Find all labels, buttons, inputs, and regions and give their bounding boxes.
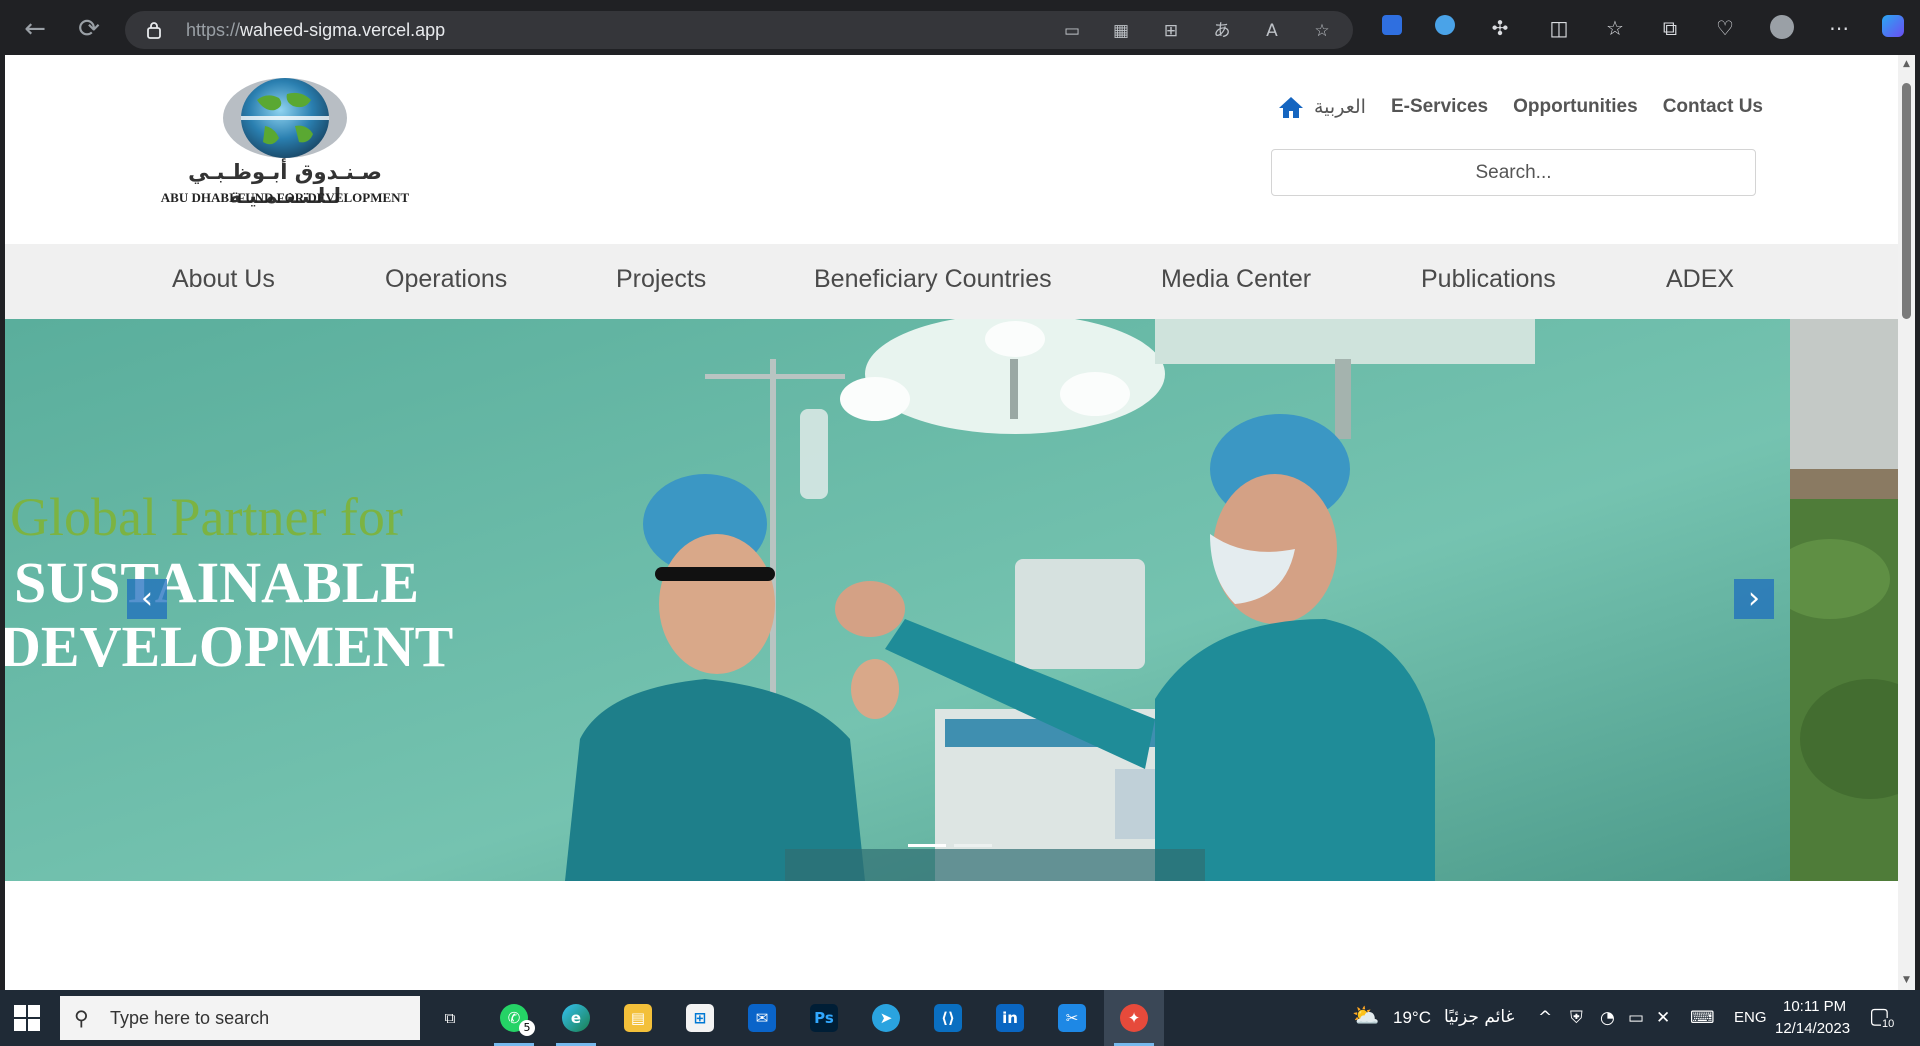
more-menu-icon[interactable]: ⋯ [1826,15,1852,41]
mail-icon[interactable]: ✉ [732,990,792,1046]
photoshop-icon[interactable]: Ps [794,990,854,1046]
extensions-puzzle-icon[interactable]: ✣ [1487,15,1513,41]
linkedin-icon[interactable]: in [980,990,1040,1046]
windows-start-icon[interactable] [14,1005,40,1031]
app-available-icon[interactable]: ▭ [1061,20,1083,42]
battery-icon[interactable]: ▭ [1628,1008,1644,1028]
read-aloud-icon[interactable]: A [1261,20,1283,42]
hero-tagline-line2: SUSTAINABLE [14,550,420,615]
browser-toolbar: ← ⟳ https://waheed-sigma.vercel.app ▭ ▦ … [0,0,1920,55]
hero-tagline-line1: Global Partner for [10,487,403,547]
search-icon: ⚲ [74,1006,89,1030]
main-nav: About Us Operations Projects Beneficiary… [5,244,1898,319]
file-explorer-icon[interactable]: ▤ [608,990,668,1046]
hero-carousel: Global Partner for SUSTAINABLE DEVELOPME… [5,319,1898,881]
whatsapp-icon[interactable]: ✆ 5 [484,990,544,1046]
taskbar-search[interactable]: ⚲ Type here to search [60,996,420,1040]
back-arrow-icon[interactable]: ← [18,12,52,46]
nav-projects[interactable]: Projects [616,265,706,294]
favorites-icon[interactable]: ☆ [1602,15,1628,41]
extension-blue-icon[interactable] [1379,15,1405,41]
home-icon[interactable] [1278,95,1304,119]
globe-logo-icon [223,78,347,158]
favorite-star-icon[interactable]: ☆ [1311,20,1333,42]
notification-count: 10 [1881,1018,1896,1030]
split-screen-icon[interactable]: ◫ [1546,15,1572,41]
nav-about-us[interactable]: About Us [172,265,275,294]
active-app-icon[interactable]: ✦ [1104,990,1164,1046]
nav-adex[interactable]: ADEX [1666,265,1734,294]
collections-icon[interactable]: ⧉ [1657,15,1683,41]
microsoft-store-icon[interactable]: ⊞ [670,990,730,1046]
telegram-icon[interactable]: ➤ [856,990,916,1046]
security-shield-icon[interactable]: ⛨ [1570,1008,1583,1028]
apps-icon[interactable]: ⊞ [1160,20,1182,42]
carousel-dot-2[interactable] [954,844,992,847]
page-viewport: صـنـدوق أبـوظـبـي لـلـتـنـمـيـة ABU DHAB… [5,55,1898,990]
scroll-thumb[interactable] [1902,83,1911,319]
search-input[interactable] [1271,149,1756,196]
arabic-language-link[interactable]: العربية [1314,96,1366,118]
weather-description[interactable]: غائم جزئيًا [1444,1007,1514,1027]
logo-english-text: ABU DHABI FUND FOR DEVELOPMENT [160,190,410,205]
adfd-logo[interactable]: صـنـدوق أبـوظـبـي لـلـتـنـمـيـة ABU DHAB… [145,70,425,210]
contact-us-link[interactable]: Contact Us [1663,96,1763,118]
extension-circle-icon[interactable] [1432,15,1458,41]
refresh-icon[interactable]: ⟳ [72,12,106,46]
carousel-next-chevron-icon[interactable]: › [1734,579,1774,619]
next-slide-peek-image [1790,319,1898,881]
whatsapp-badge: 5 [519,1020,535,1036]
nav-operations[interactable]: Operations [385,265,507,294]
nav-media-center[interactable]: Media Center [1161,265,1311,294]
chevron-up-icon[interactable]: ^ [1538,1008,1552,1028]
carousel-prev-chevron-icon[interactable]: ‹ [127,579,167,619]
nav-beneficiary-countries[interactable]: Beneficiary Countries [814,265,1052,294]
qr-code-icon[interactable]: ▦ [1110,20,1132,42]
copilot-icon[interactable] [1880,15,1906,41]
nav-publications[interactable]: Publications [1421,265,1556,294]
eservices-link[interactable]: E-Services [1391,96,1488,118]
windows-taskbar: ⚲ Type here to search ⧉ ✆ 5 e ▤ ⊞ ✉ Ps ➤ … [0,990,1920,1046]
weather-temperature[interactable]: 19°C [1393,1008,1431,1028]
opportunities-link[interactable]: Opportunities [1513,96,1638,118]
page-scrollbar[interactable]: ▲ ▼ [1898,55,1915,990]
edge-icon[interactable]: e [546,990,606,1046]
language-indicator[interactable]: ENG [1734,1009,1767,1026]
lock-icon[interactable] [147,21,161,39]
profile-avatar-icon[interactable] [1769,15,1795,41]
scroll-down-arrow-icon[interactable]: ▼ [1901,975,1912,986]
url-text[interactable]: https://waheed-sigma.vercel.app [186,20,445,41]
snipping-tool-icon[interactable]: ✂ [1042,990,1102,1046]
translate-icon[interactable]: あ [1211,20,1233,42]
clock-date[interactable]: 12/14/2023 [1775,1020,1850,1037]
clock-time[interactable]: 10:11 PM [1783,998,1846,1015]
browser-essentials-icon[interactable]: ♡ [1712,15,1738,41]
scroll-up-arrow-icon[interactable]: ▲ [1901,59,1912,70]
carousel-dot-1[interactable] [908,844,946,847]
address-bar[interactable]: https://waheed-sigma.vercel.app ▭ ▦ ⊞ あ … [125,11,1353,49]
volume-muted-icon[interactable]: ✕ [1656,1008,1670,1028]
keyboard-icon[interactable]: ⌨ [1690,1008,1715,1028]
vscode-icon[interactable]: ⟨⟩ [918,990,978,1046]
hero-tagline-line3: DEVELOPMENT [5,614,454,679]
task-view-icon[interactable]: ⧉ [420,990,480,1046]
wifi-icon[interactable]: ◔ [1600,1008,1615,1028]
weather-icon[interactable]: ⛅ [1352,1004,1379,1029]
carousel-indicators [908,844,992,847]
top-links: العربية E-Services Opportunities Contact… [1278,92,1763,122]
taskbar-search-text: Type here to search [110,1008,270,1028]
